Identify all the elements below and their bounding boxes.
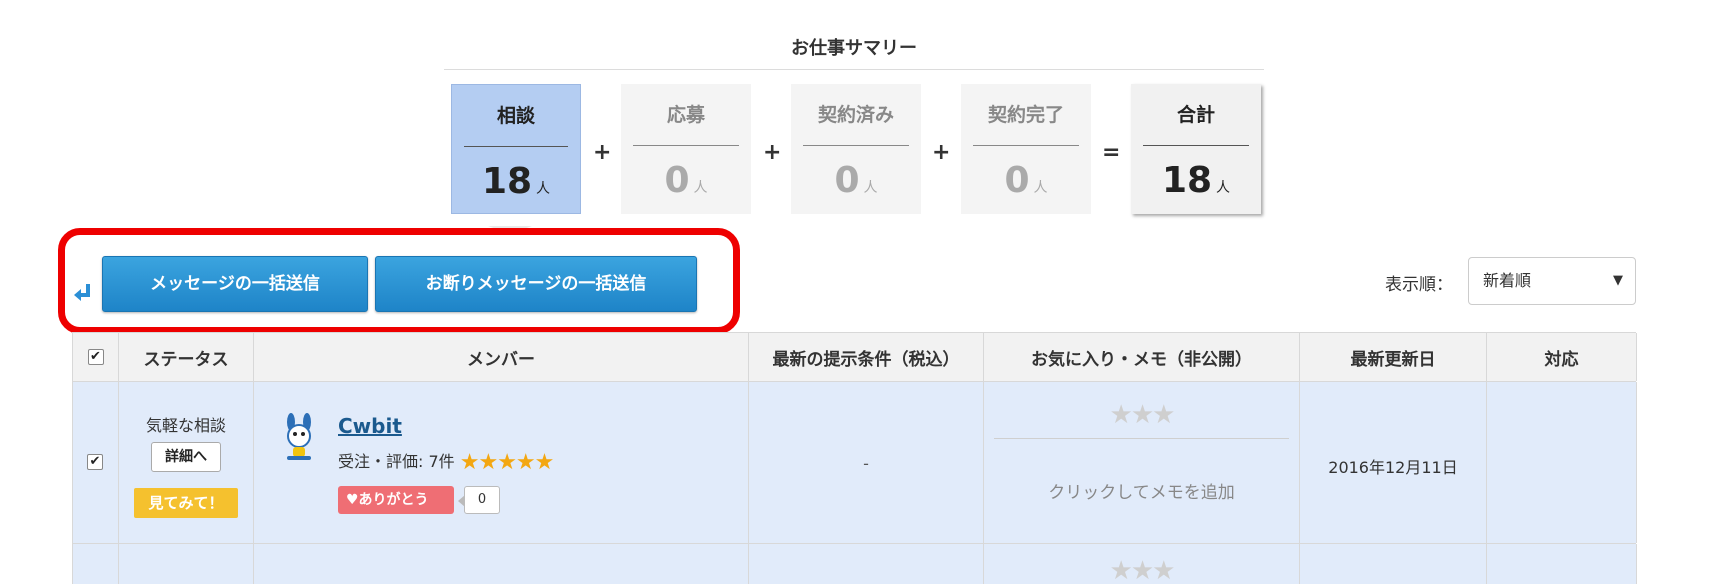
status-badge: 見てみて！ [134,488,238,518]
bulk-message-button[interactable]: メッセージの一括送信 [102,256,368,312]
rating-stars-icon: ★★★★★ [459,450,555,475]
column-header-favorite[interactable]: お気に入り・メモ（非公開） [984,333,1300,381]
equals-operator: = [1102,140,1121,165]
favorite-cell: ★★★ [984,544,1300,586]
avatar[interactable] [278,412,320,462]
corner-arrow-icon [74,284,90,301]
memo-add-link[interactable]: クリックしてメモを追加 [984,478,1299,503]
card-label: 合計 [1176,104,1215,126]
favorite-cell: ★★★ クリックしてメモを追加 [984,382,1300,543]
terms-value: - [863,454,869,473]
column-header-terms[interactable]: 最新の提示条件（税込） [749,333,984,381]
card-label: 契約完了 [987,104,1064,126]
terms-cell [749,544,984,584]
column-header-member[interactable]: メンバー [254,333,749,381]
favorite-stars-icon[interactable]: ★★★ [984,556,1299,586]
card-label: 相談 [496,105,535,127]
select-all-checkbox[interactable]: ✔ [87,349,104,365]
status-cell: 気軽な相談 詳細へ 見てみて！ [119,382,254,543]
plus-operator: + [932,140,951,165]
action-cell [1487,382,1637,543]
favorite-stars-icon[interactable]: ★★★ [984,400,1299,430]
action-cell [1487,544,1637,584]
card-divider [1143,145,1249,146]
member-cell [254,544,749,584]
row-select-cell: ✔ [73,382,119,543]
member-name-link[interactable]: Cwbit [338,414,402,438]
sort-label: 表示順： [1385,275,1453,295]
bulk-decline-message-button[interactable]: お断りメッセージの一括送信 [375,256,697,312]
plus-operator: + [763,140,782,165]
summary-card-total[interactable]: 合計 18 人 [1131,84,1261,214]
rating-label: 受注・評価: 7件 [338,452,455,471]
summary-title: お仕事サマリー [791,38,917,59]
summary-card-consultation[interactable]: 相談 18 人 [451,84,581,214]
updated-cell: 2016年12月11日 [1300,382,1487,543]
column-header-updated[interactable]: 最新更新日 [1300,333,1487,381]
select-all-column: ✔ [73,333,119,381]
summary-divider [444,69,1264,70]
chevron-down-icon: ▼ [1613,273,1623,288]
table-header-row: ✔ ステータス メンバー 最新の提示条件（税込） お気に入り・メモ（非公開） 最… [72,332,1637,382]
card-divider [633,145,739,146]
table-row: ★★★ [72,544,1637,586]
card-divider [803,145,909,146]
card-value: 18 人 [481,161,551,202]
detail-button[interactable]: 詳細へ [151,442,221,472]
plus-operator: + [593,140,612,165]
card-value: 18 人 [1161,160,1231,201]
sort-selected-value: 新着順 [1483,271,1532,290]
row-checkbox[interactable]: ✔ [87,454,103,470]
card-value: 0人 [834,160,878,201]
table-row: ✔ 気軽な相談 詳細へ 見てみて！ Cwbit 受注・評価: 7件 ★★★★★ … [72,382,1637,544]
card-divider [973,145,1079,146]
status-text: 気軽な相談 [145,416,226,435]
column-header-action[interactable]: 対応 [1487,333,1637,381]
summary-card-applied[interactable]: 応募 0人 [621,84,751,214]
card-label: 応募 [666,104,705,126]
updated-date: 2016年12月11日 [1328,458,1458,477]
card-value: 0人 [664,160,708,201]
thanks-button[interactable]: ♥ありがとう [338,486,454,514]
thanks-count: 0 [458,486,500,514]
sort-order-select[interactable]: 新着順 ▼ [1468,257,1636,305]
summary-card-contracted[interactable]: 契約済み 0人 [791,84,921,214]
card-value: 0人 [1004,160,1048,201]
favorite-divider [994,438,1289,439]
card-label: 契約済み [817,104,894,126]
updated-cell [1300,544,1487,584]
member-cell: Cwbit 受注・評価: 7件 ★★★★★ ♥ありがとう 0 [254,382,749,543]
summary-card-completed[interactable]: 契約完了 0人 [961,84,1091,214]
terms-cell: - [749,382,984,543]
status-cell [119,544,254,584]
row-select-cell [73,544,119,584]
member-rating: 受注・評価: 7件 ★★★★★ [338,448,555,475]
column-header-status[interactable]: ステータス [119,333,254,381]
card-divider [464,146,568,147]
